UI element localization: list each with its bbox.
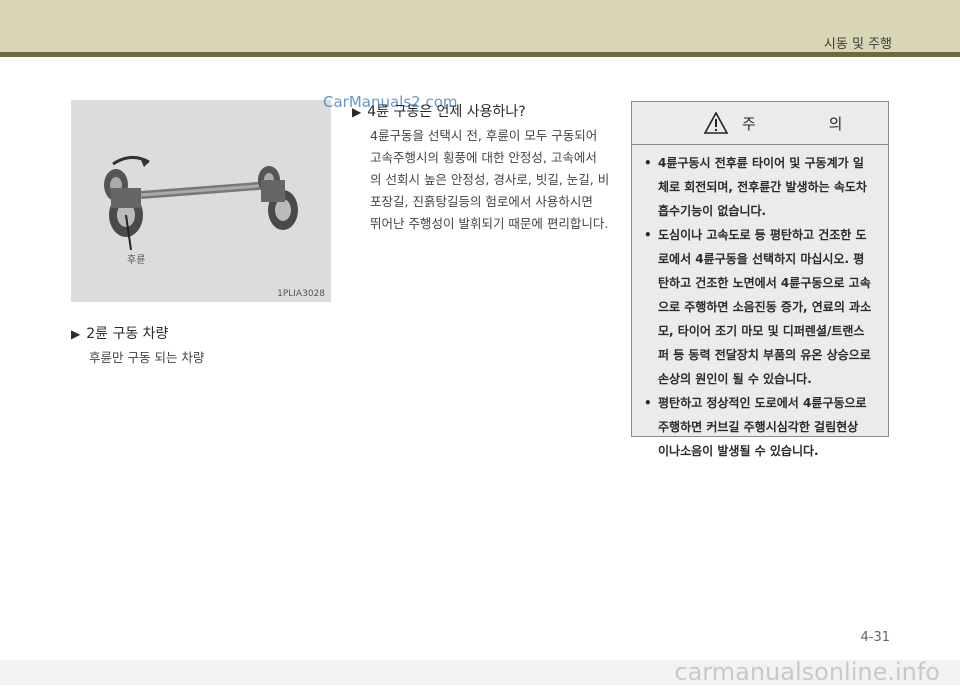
four-wheel-text-line: 뛰어난 주행성이 발휘되기 때문에 편리합니다. [370,216,609,231]
caution-line: 모, 타이어 조기 마모 및 디퍼렌셜/트랜스 [658,324,865,338]
section-title: 시동 및 주행 [823,37,892,52]
header-band [0,0,960,54]
four-wheel-text-line: 포장길, 진흙탕길등의 험로에서 사용하시면 [370,194,593,209]
four-wheel-text-line: 고속주행시의 횡풍에 대한 안정성, 고속에서 [370,150,597,165]
caution-line: 4륜구동시 전후륜 타이어 및 구동계가 일 [658,156,864,170]
two-wheel-heading: ▶ 2륜 구동 차량 [71,323,168,343]
caution-line: 로에서 4륜구동을 선택하지 마십시오. 평 [658,252,865,266]
bullet-triangle-icon: ▶ [352,105,362,119]
chassis-illustration [71,100,331,302]
caution-box: 주 의 4륜구동시 전후륜 타이어 및 구동계가 일 체로 회전되며, 전후륜간… [631,101,889,458]
caution-line: 도심이나 고속도로 등 평탄하고 건조한 도 [658,228,867,242]
four-wheel-text: 4륜구동을 선택시 전, 후륜이 모두 구동되어 고속주행시의 횡풍에 대한 안… [370,125,609,235]
caution-line: 퍼 등 동력 전달장치 부품의 유온 상승으로 [658,348,871,362]
caution-line: 탄하고 건조한 노면에서 4륜구동으로 고속 [658,276,871,290]
caution-item: 평탄하고 정상적인 도로에서 4륜구동으로 주행하면 커브길 주행시심각한 걸림… [644,391,880,463]
page-number: 4-31 [860,630,890,645]
four-wheel-text-line: 의 선회시 높은 안정성, 경사로, 빗길, 눈길, 비 [370,172,610,187]
four-wheel-text-line: 4륜구동을 선택시 전, 후륜이 모두 구동되어 [370,128,598,143]
caution-list: 4륜구동시 전후륜 타이어 및 구동계가 일 체로 회전되며, 전후륜간 발생하… [632,145,888,463]
caution-header: 주 의 [632,102,888,145]
caution-line: 손상의 원인이 될 수 있습니다. [658,372,812,386]
caution-line: 으로 주행하면 소음진동 증가, 연료의 과소 [658,300,872,314]
two-wheel-text: 후륜만 구동 되는 차량 [89,350,205,365]
footer-watermark[interactable]: carmanualsonline.info [674,658,940,686]
caution-item: 4륜구동시 전후륜 타이어 및 구동계가 일 체로 회전되며, 전후륜간 발생하… [644,151,880,223]
caution-line: 주행하면 커브길 주행시심각한 걸림현상 [658,420,859,434]
caution-item: 도심이나 고속도로 등 평탄하고 건조한 도 로에서 4륜구동을 선택하지 마십… [644,223,880,391]
bullet-triangle-icon: ▶ [71,327,81,341]
caution-line: 체로 회전되며, 전후륜간 발생하는 속도차 [658,180,867,194]
header-rule [0,52,960,57]
rear-wheel-label: 후륜 [127,255,146,266]
caution-line: 흡수기능이 없습니다. [658,204,767,218]
caution-line: 이나소음이 발생될 수 있습니다. [658,444,819,458]
four-wheel-heading: ▶ 4륜 구동은 언제 사용하나? [352,101,526,121]
warning-triangle-icon [704,112,728,134]
four-wheel-heading-text: 4륜 구동은 언제 사용하나? [367,104,526,120]
caution-line: 평탄하고 정상적인 도로에서 4륜구동으로 [658,396,867,410]
drivetrain-photo: 후륜 1PLIA3028 [71,100,331,302]
two-wheel-heading-text: 2륜 구동 차량 [86,326,169,342]
figure-code: 1PLIA3028 [277,289,325,299]
caution-title: 주 의 [742,115,877,133]
